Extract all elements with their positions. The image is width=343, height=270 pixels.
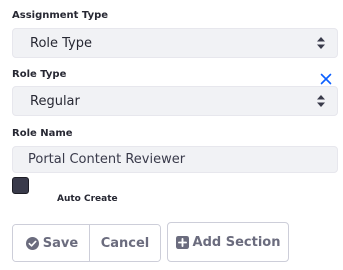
role-type-label: Role Type (12, 69, 67, 80)
check-circle-icon (25, 236, 39, 250)
select-caret-icon (317, 37, 325, 49)
cancel-button-label: Cancel (100, 235, 150, 251)
auto-create-label: Auto Create (57, 194, 118, 204)
role-name-input[interactable]: Portal Content Reviewer (12, 146, 338, 173)
add-section-button-label: Add Section (192, 234, 281, 250)
assignment-type-label: Assignment Type (12, 10, 109, 21)
role-type-select[interactable]: Regular (12, 86, 338, 116)
add-section-button[interactable]: Add Section (167, 222, 289, 262)
role-type-value: Regular (30, 93, 80, 109)
assignment-type-value: Role Type (30, 35, 93, 51)
role-name-value: Portal Content Reviewer (28, 152, 186, 167)
save-button[interactable]: Save (13, 225, 90, 261)
cancel-button[interactable]: Cancel (90, 225, 160, 261)
close-icon[interactable] (319, 72, 333, 86)
plus-square-icon (175, 235, 189, 249)
assignment-type-select[interactable]: Role Type (12, 28, 338, 58)
save-cancel-button-group: Save Cancel (12, 224, 161, 262)
auto-create-checkbox[interactable] (12, 177, 29, 194)
select-caret-icon (317, 95, 325, 107)
save-button-label: Save (42, 235, 79, 251)
role-name-label: Role Name (12, 128, 73, 139)
